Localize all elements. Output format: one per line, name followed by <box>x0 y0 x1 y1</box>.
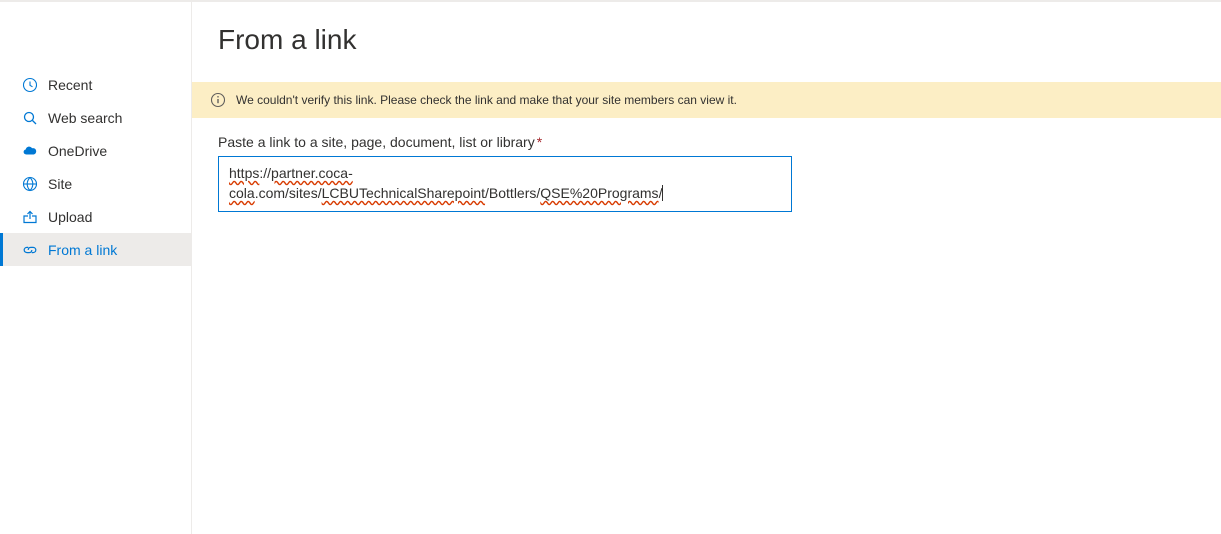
upload-icon <box>22 209 38 225</box>
info-icon <box>210 92 226 108</box>
sidebar-item-web-search[interactable]: Web search <box>0 101 191 134</box>
main-panel: From a link We couldn't verify this link… <box>192 2 1221 534</box>
search-icon <box>22 110 38 126</box>
text-caret <box>662 185 663 201</box>
page-title: From a link <box>192 2 1221 82</box>
link-icon <box>22 242 38 258</box>
globe-icon <box>22 176 38 192</box>
cloud-icon <box>22 143 38 159</box>
warning-banner: We couldn't verify this link. Please che… <box>192 82 1221 118</box>
sidebar-item-site[interactable]: Site <box>0 167 191 200</box>
warning-text: We couldn't verify this link. Please che… <box>236 93 737 107</box>
link-field-label: Paste a link to a site, page, document, … <box>218 134 1195 150</box>
sidebar-item-onedrive[interactable]: OneDrive <box>0 134 191 167</box>
sidebar-item-label: Recent <box>48 77 92 93</box>
clock-icon <box>22 77 38 93</box>
sidebar-item-label: Web search <box>48 110 122 126</box>
sidebar-item-label: From a link <box>48 242 117 258</box>
required-marker: * <box>537 134 542 150</box>
sidebar-item-recent[interactable]: Recent <box>0 68 191 101</box>
link-input[interactable]: https://partner.coca-cola.com/sites/LCBU… <box>218 156 792 212</box>
sidebar-item-from-a-link[interactable]: From a link <box>0 233 191 266</box>
sidebar-item-label: Upload <box>48 209 92 225</box>
form-area: Paste a link to a site, page, document, … <box>192 118 1221 212</box>
dialog-shell: Recent Web search OneDrive <box>0 0 1221 534</box>
sidebar-item-label: Site <box>48 176 72 192</box>
source-sidebar: Recent Web search OneDrive <box>0 2 192 534</box>
sidebar-item-upload[interactable]: Upload <box>0 200 191 233</box>
sidebar-item-label: OneDrive <box>48 143 107 159</box>
link-input-value: https://partner.coca-cola.com/sites/LCBU… <box>229 165 663 201</box>
